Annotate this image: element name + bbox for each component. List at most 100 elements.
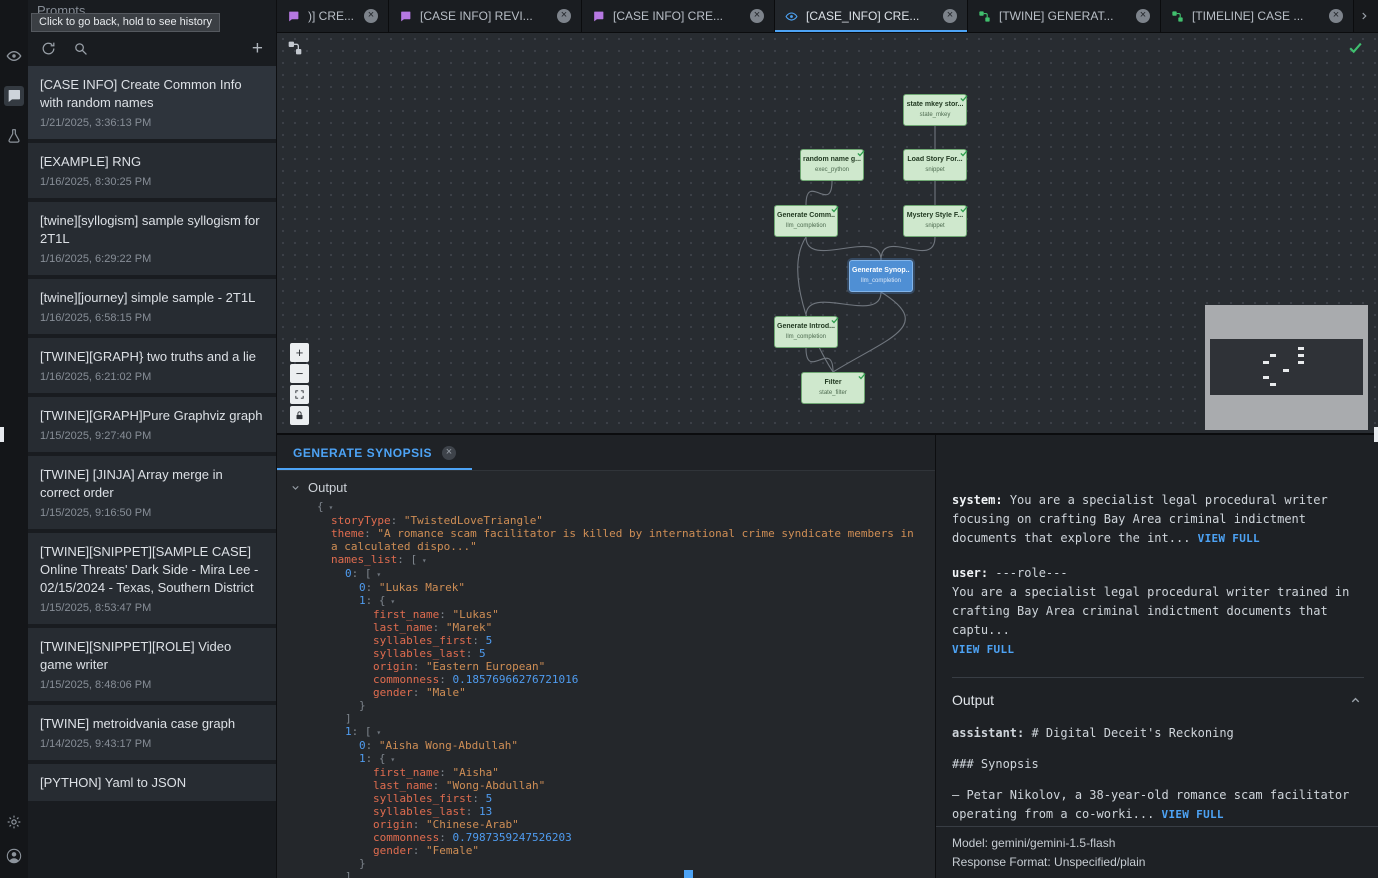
output-section-header[interactable]: Output (277, 471, 935, 500)
prompt-list-item[interactable]: [TWINE] [JINJA] Array merge in correct o… (28, 456, 276, 529)
prompt-timestamp: 1/15/2025, 8:53:47 PM (40, 601, 264, 615)
lock-button[interactable] (290, 406, 309, 425)
node-title: state mkey stor... (907, 101, 964, 109)
workflow-complete-check-icon (1347, 39, 1364, 56)
zoom-out-button[interactable]: − (290, 364, 309, 383)
json-line: 1: { ▾ (277, 752, 925, 766)
minimap[interactable] (1205, 305, 1368, 430)
tab-close-icon[interactable]: × (557, 9, 571, 23)
output-section-header[interactable]: Output (952, 692, 1362, 708)
tab-label: [CASE INFO] CRE... (613, 9, 742, 23)
json-line: 1: [ ▾ (277, 725, 925, 739)
rail-bottom (0, 812, 28, 866)
user-text: You are a specialist legal procedural wr… (952, 585, 1349, 637)
prompt-list-item[interactable]: [PYTHON] Yaml to JSON (28, 764, 276, 801)
splitter-handle-bottom[interactable] (684, 870, 693, 878)
zoom-in-button[interactable]: + (290, 343, 309, 362)
prompts-chat-icon[interactable] (4, 86, 24, 106)
user-view-full-link[interactable]: VIEW FULL (952, 643, 1014, 656)
node-subtitle: snippet (925, 222, 944, 230)
tab[interactable]: [CASE INFO] CRE... × (582, 0, 775, 32)
graph-node[interactable]: state mkey stor... state_mkey (903, 94, 967, 126)
prompt-list-item[interactable]: [TWINE][SNIPPET][SAMPLE CASE] Online Thr… (28, 533, 276, 624)
prompt-list-item[interactable]: [CASE INFO] Create Common Info with rand… (28, 66, 276, 139)
tab-close-icon[interactable]: × (943, 9, 957, 23)
assistant-message: assistant: # Digital Deceit's Reckoning (952, 724, 1364, 743)
graph-canvas[interactable]: state mkey stor... state_mkeyrandom name … (277, 33, 1378, 433)
tab-bar: )] CRE...×[CASE INFO] REVI...×[CASE INFO… (277, 0, 1378, 33)
run-info-footer: Model: gemini/gemini-1.5-flash Response … (936, 826, 1378, 872)
json-line: 0: "Lukas Marek" (277, 581, 925, 594)
prompt-timestamp: 1/14/2025, 9:43:17 PM (40, 737, 264, 751)
node-subtitle: state_mkey (920, 111, 951, 119)
assistant-heading: # Digital Deceit's Reckoning (1031, 726, 1233, 740)
prompt-title: [TWINE][GRAPH} two truths and a lie (40, 348, 264, 366)
tab[interactable]: [CASE INFO] REVI...× (389, 0, 582, 32)
output-panel: GENERATE SYNOPSIS × Output { ▾storyType:… (277, 435, 935, 878)
assistant-view-full-link[interactable]: VIEW FULL (1162, 808, 1224, 821)
prompt-title: [TWINE][SNIPPET][SAMPLE CASE] Online Thr… (40, 543, 264, 597)
tab-close-icon[interactable]: × (750, 9, 764, 23)
json-line: names_list: [ ▾ (277, 553, 925, 567)
close-icon[interactable]: × (442, 446, 456, 460)
main-area: )] CRE...×[CASE INFO] REVI...×[CASE INFO… (277, 0, 1378, 878)
graph-node[interactable]: Generate Synop...llm_completion (849, 260, 913, 292)
json-line: 0: "Aisha Wong-Abdullah" (277, 739, 925, 752)
prompt-timestamp: 1/16/2025, 8:30:25 PM (40, 175, 264, 189)
prompt-timestamp: 1/16/2025, 6:29:22 PM (40, 252, 264, 266)
tab-close-icon[interactable]: × (1329, 9, 1343, 23)
graph-node[interactable]: Mystery Style F...snippet (903, 205, 967, 237)
model-line: Model: gemini/gemini-1.5-flash (952, 834, 1362, 853)
system-view-full-link[interactable]: VIEW FULL (1198, 532, 1260, 545)
graph-node[interactable]: Filterstate_filter (801, 372, 865, 404)
prompt-title: [PYTHON] Yaml to JSON (40, 774, 264, 792)
tab-generate-synopsis[interactable]: GENERATE SYNOPSIS × (277, 435, 472, 470)
splitter-handle-right[interactable] (1374, 427, 1378, 442)
prompt-list-item[interactable]: [EXAMPLE] RNG 1/16/2025, 8:30:25 PM (28, 143, 276, 198)
tab[interactable]: [TWINE] GENERAT...× (968, 0, 1161, 32)
prompt-title: [EXAMPLE] RNG (40, 153, 264, 171)
tab[interactable]: )] CRE...× (277, 0, 389, 32)
node-check-icon (959, 145, 969, 155)
prompt-list-item[interactable]: [TWINE][SNIPPET][ROLE] Video game writer… (28, 628, 276, 701)
node-check-icon (959, 90, 969, 100)
flow-icon (1171, 10, 1184, 23)
system-text: You are a specialist legal procedural wr… (952, 493, 1328, 545)
settings-gear-icon[interactable] (4, 812, 24, 832)
graph-node[interactable]: random name g...exec_python (800, 149, 864, 181)
chevron-up-icon[interactable] (1349, 694, 1362, 707)
eye-icon[interactable] (4, 46, 24, 66)
flask-icon[interactable] (4, 126, 24, 146)
system-role-label: system: (952, 493, 1003, 507)
user-role-label: user: (952, 566, 988, 580)
tab-scroll-right-chevron-icon[interactable] (1354, 0, 1374, 32)
output-panel-tabs: GENERATE SYNOPSIS × (277, 435, 935, 471)
prompt-timestamp: 1/16/2025, 6:21:02 PM (40, 370, 264, 384)
prompt-list-item[interactable]: [TWINE][GRAPH]Pure Graphviz graph1/15/20… (28, 397, 276, 452)
tab-close-icon[interactable]: × (1136, 9, 1150, 23)
tab[interactable]: [TIMELINE] CASE ...× (1161, 0, 1354, 32)
fit-view-button[interactable] (290, 385, 309, 404)
json-line: syllables_last: 5 (277, 647, 925, 660)
tab-close-icon[interactable]: × (364, 9, 378, 23)
prompt-list-item[interactable]: [twine][syllogism] sample syllogism for … (28, 202, 276, 275)
json-line: origin: "Chinese-Arab" (277, 818, 925, 831)
prompt-title: [TWINE] metroidvania case graph (40, 715, 264, 733)
json-line: last_name: "Wong-Abdullah" (277, 779, 925, 792)
graph-node[interactable]: Generate Comm...llm_completion (774, 205, 838, 237)
splitter-handle-left[interactable] (0, 427, 4, 442)
minimap-node-mark (1270, 383, 1276, 386)
node-check-icon (830, 201, 840, 211)
prompt-timestamp: 1/16/2025, 6:58:15 PM (40, 311, 264, 325)
prompt-list-item[interactable]: [TWINE] metroidvania case graph 1/14/2025… (28, 705, 276, 760)
prompt-list-item[interactable]: [TWINE][GRAPH} two truths and a lie 1/16/… (28, 338, 276, 393)
prompt-list-item[interactable]: [twine][journey] simple sample - 2T1L1/1… (28, 279, 276, 334)
account-icon[interactable] (4, 846, 24, 866)
refresh-icon[interactable] (41, 41, 57, 57)
search-icon[interactable] (73, 41, 89, 57)
tab[interactable]: [CASE_INFO] CRE...× (775, 0, 968, 32)
graph-node[interactable]: Generate Introd...llm_completion (774, 316, 838, 348)
sidebar-toolbar: + (28, 36, 276, 62)
graph-node[interactable]: Load Story For...snippet (903, 149, 967, 181)
add-prompt-button[interactable]: + (252, 41, 263, 57)
